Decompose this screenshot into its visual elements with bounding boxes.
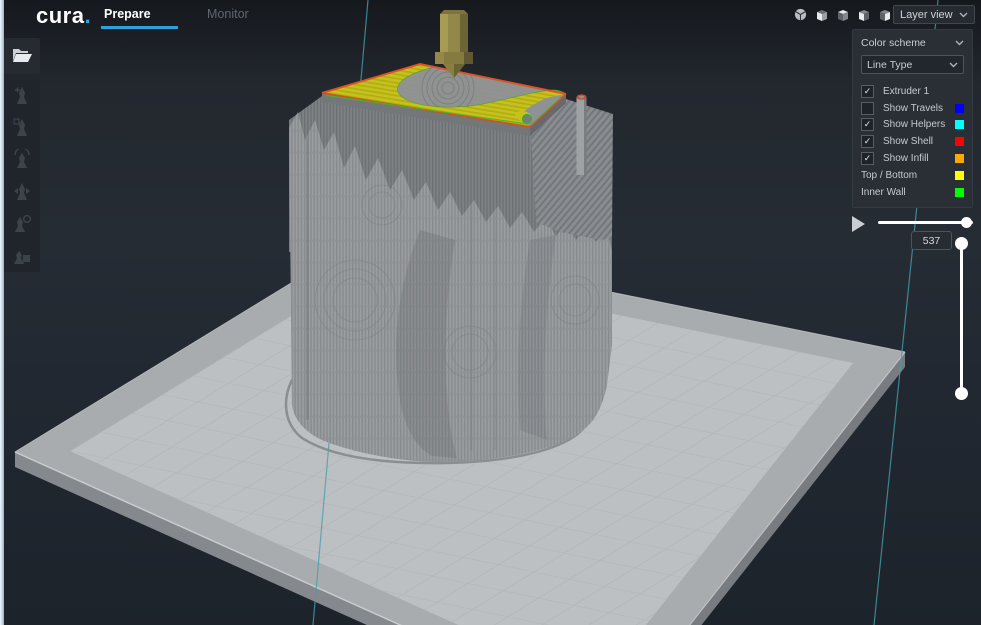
inner-wall-color-swatch	[955, 187, 964, 197]
rotate-tool-icon	[14, 149, 30, 168]
camera-view-buttons	[794, 7, 891, 22]
show-infill-label: Show Infill	[883, 153, 929, 165]
mirror-tool-icon	[14, 183, 30, 200]
support-blocker-tool-button[interactable]	[4, 240, 40, 272]
extruder-1-label: Extruder 1	[883, 85, 930, 97]
color-scheme-label: Color scheme	[861, 37, 926, 49]
chevron-down-icon	[955, 40, 964, 46]
row-show-shell: ✓ Show Shell	[861, 133, 964, 150]
scale-tool-icon	[13, 118, 27, 136]
top-view-icon[interactable]	[836, 7, 849, 22]
color-scheme-value: Line Type	[867, 58, 913, 71]
move-tool-button[interactable]	[4, 80, 40, 112]
layer-view-panel: Color scheme Line Type ✓ Extruder 1 Show…	[852, 29, 973, 208]
row-extruder-1: ✓ Extruder 1	[861, 83, 964, 100]
helpers-color-swatch	[955, 120, 964, 130]
row-top-bottom: Top / Bottom	[861, 167, 964, 184]
left-view-icon[interactable]	[857, 7, 870, 22]
show-travels-label: Show Travels	[883, 102, 944, 114]
viewport-3d[interactable]	[0, 0, 981, 625]
show-infill-checkbox[interactable]: ✓	[861, 152, 874, 166]
row-inner-wall: Inner Wall	[861, 184, 964, 201]
extruder-1-checkbox[interactable]: ✓	[861, 84, 874, 98]
infill-color-swatch	[955, 154, 964, 164]
view-mode-dropdown[interactable]: Layer view	[893, 5, 975, 24]
scale-tool-button[interactable]	[4, 112, 40, 144]
play-simulation-button[interactable]	[852, 216, 865, 232]
color-scheme-dropdown[interactable]: Line Type	[861, 55, 964, 74]
chevron-down-icon	[959, 12, 968, 17]
open-file-button[interactable]	[4, 38, 40, 74]
rotate-tool-button[interactable]	[4, 144, 40, 176]
layer-range-upper-handle[interactable]	[954, 236, 968, 250]
logo-dot: .	[84, 3, 92, 28]
tab-prepare[interactable]: Prepare	[104, 7, 151, 21]
3d-view-icon[interactable]	[794, 7, 807, 22]
show-shell-checkbox[interactable]: ✓	[861, 135, 874, 149]
shell-color-swatch	[955, 137, 964, 147]
show-shell-label: Show Shell	[883, 136, 934, 148]
row-show-infill: ✓ Show Infill	[861, 150, 964, 167]
current-layer-value: 537	[922, 234, 941, 247]
sliced-model	[289, 62, 613, 462]
travels-color-swatch	[955, 103, 964, 113]
active-tab-underline	[101, 26, 178, 29]
top-bottom-color-swatch	[955, 170, 964, 180]
per-model-settings-tool-button[interactable]	[4, 208, 40, 240]
color-scheme-header[interactable]: Color scheme	[861, 37, 964, 49]
simulation-slider-handle[interactable]	[961, 217, 972, 228]
move-tool-icon	[15, 87, 27, 104]
line-type-legend: ✓ Extruder 1 Show Travels ✓ Show Helpers…	[861, 83, 964, 201]
tab-monitor[interactable]: Monitor	[207, 7, 249, 21]
support-blocker-tool-icon	[14, 251, 30, 264]
mirror-tool-button[interactable]	[4, 176, 40, 208]
front-view-icon[interactable]	[815, 7, 828, 22]
row-show-helpers: ✓ Show Helpers	[861, 117, 964, 134]
top-bottom-label: Top / Bottom	[861, 169, 918, 181]
layer-range-slider-track[interactable]	[959, 243, 963, 393]
show-helpers-checkbox[interactable]: ✓	[861, 118, 874, 132]
cura-window: cura. Prepare Monitor Layer view Color s…	[0, 0, 981, 625]
simulation-slider-track[interactable]	[878, 221, 973, 224]
chevron-down-icon	[949, 62, 958, 67]
inner-wall-label: Inner Wall	[861, 186, 906, 198]
view-mode-value: Layer view	[900, 8, 953, 21]
row-show-travels: Show Travels	[861, 100, 964, 117]
layer-range-lower-handle[interactable]	[954, 386, 968, 400]
per-model-settings-tool-icon	[15, 214, 32, 232]
current-layer-badge: 537	[911, 231, 952, 250]
right-view-icon[interactable]	[878, 7, 891, 22]
cura-logo: cura.	[36, 3, 92, 28]
show-helpers-label: Show Helpers	[883, 119, 946, 131]
open-folder-icon	[13, 49, 32, 62]
show-travels-checkbox[interactable]	[861, 101, 874, 115]
